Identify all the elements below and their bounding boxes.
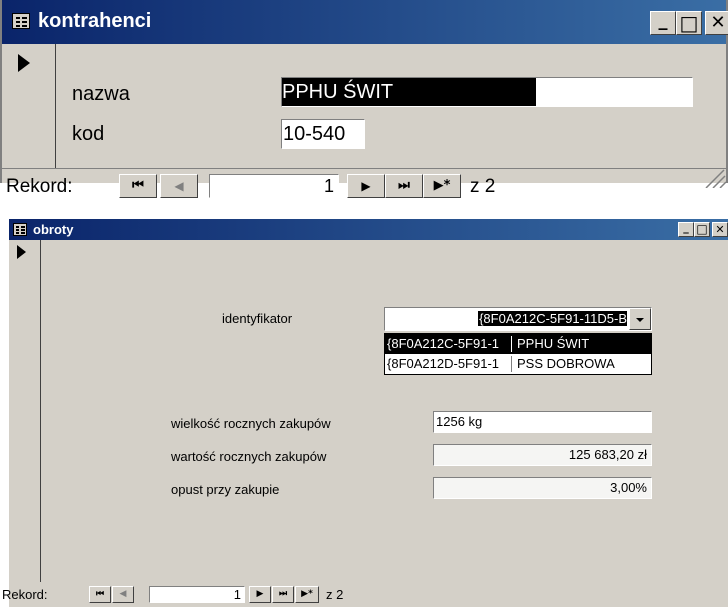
wielkosc-label: wielkość rocznych zakupów <box>171 416 331 431</box>
opust-value: 3,00% <box>610 480 647 495</box>
resize-grip-icon[interactable] <box>702 168 726 188</box>
obroty-window: obroty _ □ ✕ identyfikator {8F0A212C-5F9… <box>2 219 728 607</box>
dropdown-option[interactable]: {8F0A212C-5F91-1 PPHU ŚWIT <box>385 334 651 354</box>
new-record-button[interactable]: ▶* <box>295 586 319 603</box>
option-id: {8F0A212C-5F91-1 <box>387 336 500 351</box>
window-title: kontrahenci <box>38 10 152 32</box>
record-total: z 2 <box>326 587 344 602</box>
first-record-button[interactable]: ⏮ <box>89 586 111 603</box>
record-selector[interactable] <box>9 240 41 582</box>
current-record-arrow-icon <box>17 245 26 259</box>
record-navigation: Rekord: ⏮ ◀ 1 ▶ ⏭ ▶* z 2 <box>2 582 728 607</box>
kod-field[interactable]: 10-540 <box>281 119 365 149</box>
prev-record-button[interactable]: ◀ <box>112 586 134 603</box>
wartosc-field[interactable]: 125 683,20 zł <box>433 444 652 466</box>
obroty-titlebar[interactable]: obroty _ □ ✕ <box>9 219 728 240</box>
maximize-button[interactable]: □ <box>676 11 702 35</box>
new-record-button[interactable]: ▶* <box>423 174 461 198</box>
kontrahenci-titlebar[interactable]: kontrahenci _ □ ✕ <box>2 0 728 44</box>
nazwa-label: nazwa <box>72 83 130 105</box>
wartosc-label: wartość rocznych zakupów <box>171 449 327 464</box>
maximize-button[interactable]: □ <box>694 222 710 237</box>
identyfikator-combobox[interactable]: {8F0A212C-5F91-11D5-B <box>384 307 652 331</box>
last-record-button[interactable]: ⏭ <box>272 586 294 603</box>
next-record-button[interactable]: ▶ <box>347 174 385 198</box>
kontrahenci-window: kontrahenci _ □ ✕ nazwa PPHU ŚWIT kod 10… <box>0 0 728 198</box>
identyfikator-label: identyfikator <box>222 311 293 326</box>
option-id: {8F0A212D-5F91-1 <box>387 356 500 371</box>
minimize-button[interactable]: _ <box>678 222 694 237</box>
kod-value: 10-540 <box>283 123 346 145</box>
close-button[interactable]: ✕ <box>712 222 728 237</box>
first-record-button[interactable]: ⏮ <box>119 174 157 198</box>
last-record-button[interactable]: ⏭ <box>385 174 423 198</box>
nazwa-field[interactable]: PPHU ŚWIT <box>281 77 693 107</box>
record-number: 1 <box>233 587 241 602</box>
option-separator <box>511 356 512 372</box>
prev-record-button[interactable]: ◀ <box>160 174 198 198</box>
option-name: PSS DOBROWA <box>517 356 615 371</box>
wielkosc-value: 1256 kg <box>436 414 483 429</box>
option-name: PPHU ŚWIT <box>517 336 590 351</box>
identyfikator-dropdown-list: {8F0A212C-5F91-1 PPHU ŚWIT {8F0A212D-5F9… <box>384 333 652 375</box>
form-icon <box>12 13 30 29</box>
window-title: obroty <box>33 222 74 237</box>
option-separator <box>511 336 512 352</box>
close-button[interactable]: ✕ <box>705 11 728 35</box>
combobox-dropdown-button[interactable] <box>629 308 651 330</box>
nazwa-value: PPHU ŚWIT <box>282 78 536 106</box>
wielkosc-field[interactable]: 1256 kg <box>433 411 652 433</box>
record-number-input[interactable]: 1 <box>209 174 339 198</box>
next-record-button[interactable]: ▶ <box>249 586 271 603</box>
chevron-down-icon <box>636 318 644 322</box>
opust-label: opust przy zakupie <box>171 482 280 497</box>
dropdown-option[interactable]: {8F0A212D-5F91-1 PSS DOBROWA <box>385 354 651 374</box>
identyfikator-value: {8F0A212C-5F91-11D5-B <box>478 311 627 326</box>
record-label: Rekord: <box>6 176 73 197</box>
minimize-button[interactable]: _ <box>650 11 676 35</box>
kod-label: kod <box>72 123 105 145</box>
record-navigation: Rekord: ⏮ ◀ 1 ▶ ⏭ ▶* z 2 <box>2 168 726 206</box>
record-label: Rekord: <box>2 587 48 602</box>
opust-field[interactable]: 3,00% <box>433 477 652 499</box>
form-icon <box>13 223 27 236</box>
record-selector[interactable] <box>2 44 56 168</box>
record-number: 1 <box>323 176 334 196</box>
record-number-input[interactable]: 1 <box>149 586 245 603</box>
wartosc-value: 125 683,20 zł <box>568 447 647 462</box>
record-total: z 2 <box>470 176 496 197</box>
current-record-arrow-icon <box>18 54 30 72</box>
